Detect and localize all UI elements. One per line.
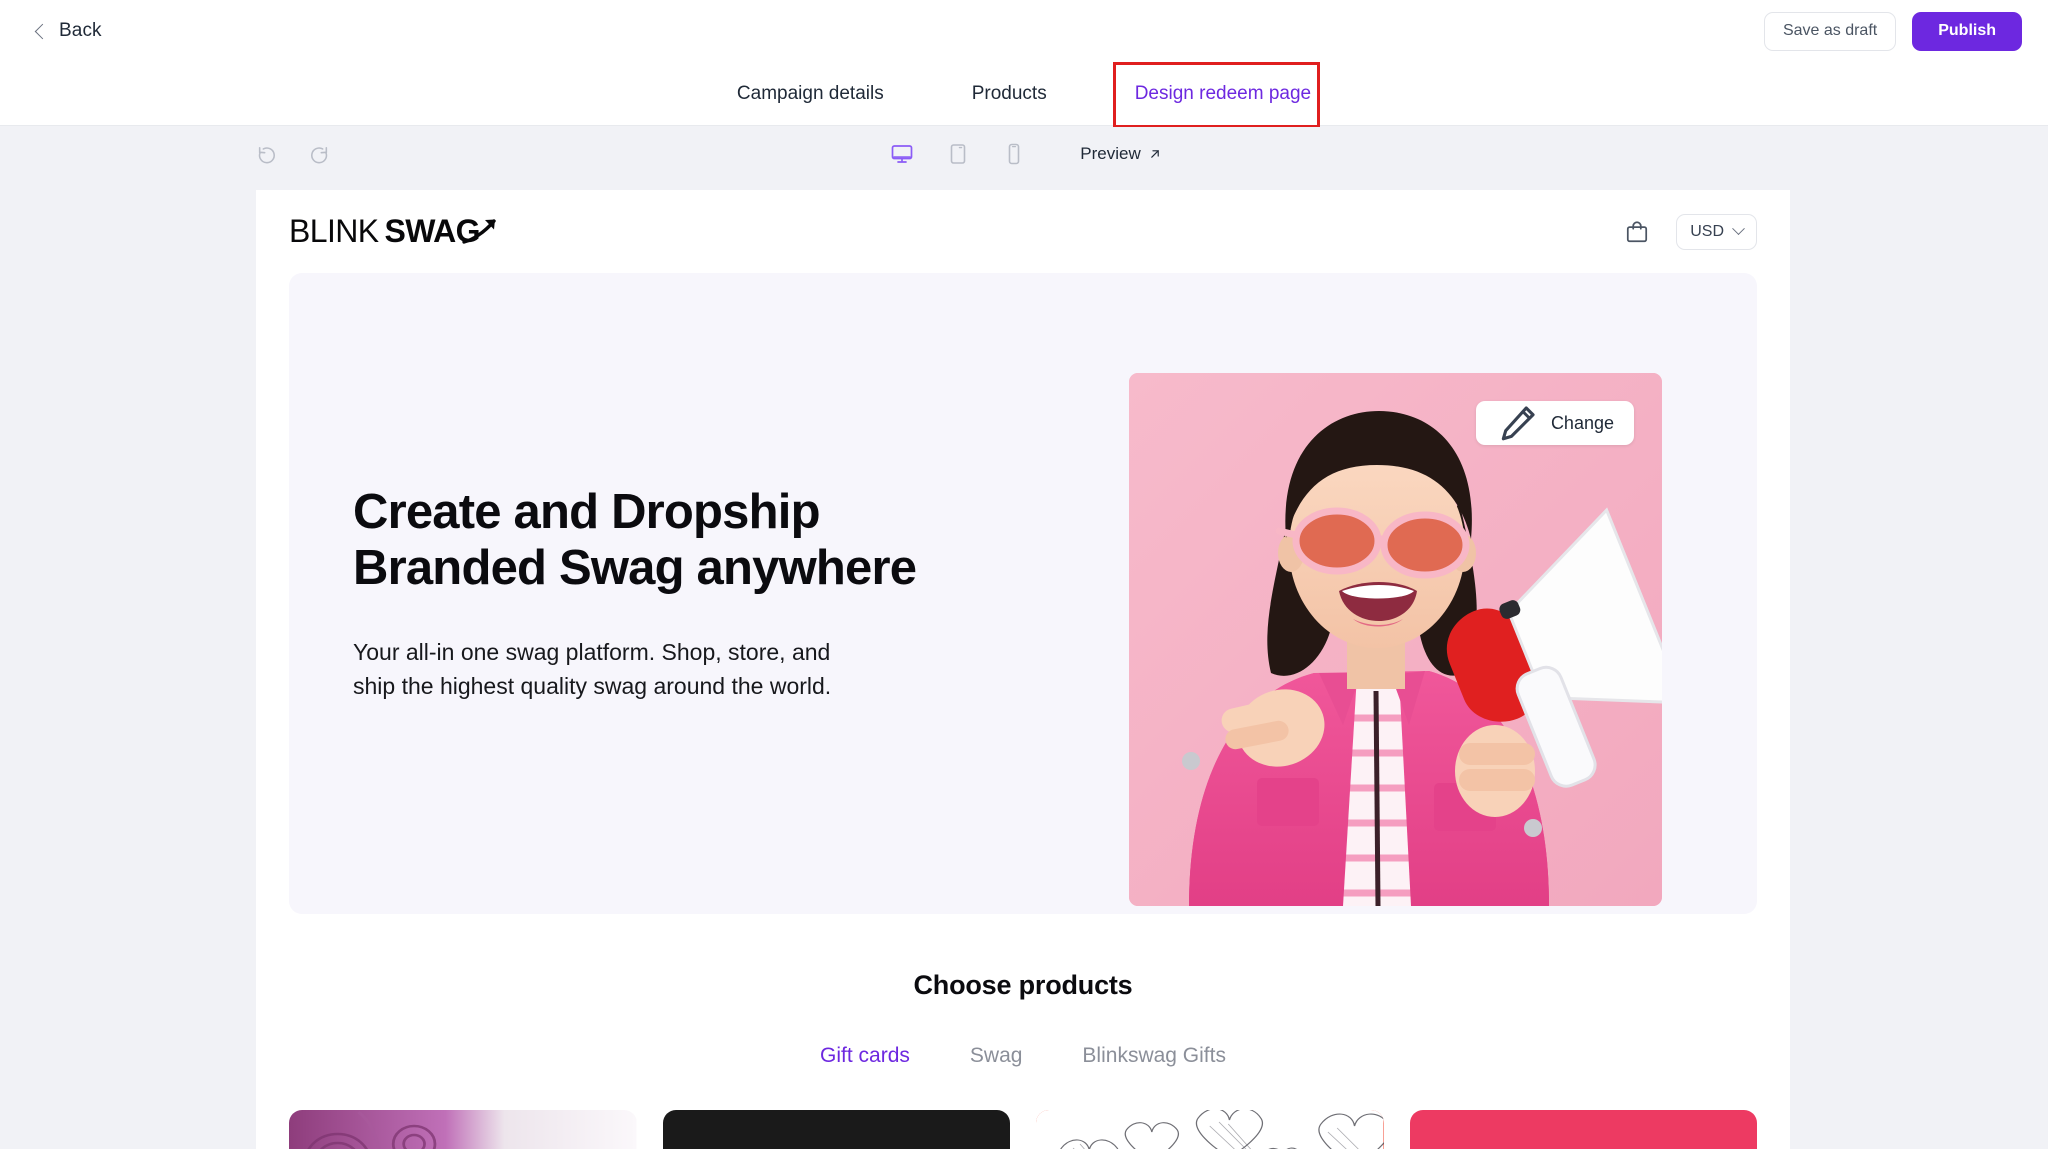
tablet-icon <box>950 144 966 164</box>
black-gift-card-image <box>662 1110 1010 1149</box>
chevron-down-icon <box>1732 222 1745 236</box>
pink-gift-card-image <box>1409 1110 1757 1149</box>
product-card-pink[interactable] <box>1409 1110 1757 1149</box>
hero-section: Create and Dropship Branded Swag anywher… <box>289 273 1757 914</box>
change-button-label: Change <box>1550 412 1614 433</box>
save-as-draft-button[interactable]: Save as draft <box>1763 11 1897 51</box>
product-card-black[interactable] <box>662 1110 1010 1149</box>
product-category-tabs: Gift cards Swag Blinkswag Gifts <box>256 1044 1790 1068</box>
shopping-bag-icon[interactable] <box>1624 219 1650 245</box>
blinkswag-logo: BLINK SWAG <box>289 213 500 250</box>
change-hero-image-button[interactable]: Change <box>1475 401 1634 445</box>
tab-campaign-details[interactable]: Campaign details <box>693 62 928 126</box>
desktop-view-button[interactable] <box>886 138 918 170</box>
publish-button[interactable]: Publish <box>1912 11 2022 51</box>
tab-products[interactable]: Products <box>928 62 1091 126</box>
wizard-tab-bar: Campaign details Products Design redeem … <box>0 62 2048 126</box>
product-card-rose[interactable] <box>289 1110 637 1149</box>
hero-image[interactable]: Change <box>1129 373 1662 906</box>
back-button-label: Back <box>59 20 102 41</box>
preview-label: Preview <box>1080 144 1141 163</box>
rose-gift-card-image <box>289 1110 637 1149</box>
section-title: Choose products <box>913 970 1133 1000</box>
chevron-left-icon <box>34 23 51 39</box>
store-header: BLINK SWAG USD <box>256 190 1790 273</box>
woman-with-megaphone-photo <box>1129 373 1662 906</box>
phone-icon <box>1008 143 1020 165</box>
tablet-view-button[interactable] <box>942 138 974 170</box>
preview-button[interactable]: Preview <box>1080 144 1161 164</box>
pencil-edit-icon <box>1501 406 1535 441</box>
top-app-bar: Back Save as draft Publish <box>0 0 2048 62</box>
currency-value: USD <box>1690 222 1724 240</box>
product-tab-blinkswag-gifts[interactable]: Blinkswag Gifts <box>1052 1044 1256 1068</box>
mobile-view-button[interactable] <box>998 138 1030 170</box>
editor-toolbar: Preview <box>0 127 2048 190</box>
hero-subtitle: Your all-in one swag platform. Shop, sto… <box>353 639 832 700</box>
device-preview-controls: Preview <box>0 138 2048 170</box>
monitor-icon <box>891 145 913 163</box>
sketch-gift-card-image <box>1036 1110 1384 1149</box>
swoosh-arrow-icon <box>462 218 496 244</box>
choose-products-section: Choose products Gift cards Swag Blinkswa… <box>256 970 1790 1149</box>
product-tab-gift-cards[interactable]: Gift cards <box>790 1044 940 1068</box>
hero-title: Create and Dropship Branded Swag anywher… <box>353 484 917 596</box>
external-link-arrow-icon <box>1150 150 1159 158</box>
store-header-actions: USD <box>1624 213 1757 250</box>
currency-selector[interactable]: USD <box>1676 213 1757 250</box>
top-bar-actions: Save as draft Publish <box>1763 11 2022 51</box>
redeem-page-canvas: BLINK SWAG USD Create and Dropship Brand… <box>256 190 1790 1149</box>
back-button[interactable]: Back <box>26 14 110 48</box>
product-card-sketch[interactable] <box>1036 1110 1384 1149</box>
product-card-grid <box>256 1110 1790 1149</box>
product-tab-swag[interactable]: Swag <box>940 1044 1053 1068</box>
tab-design-redeem-page[interactable]: Design redeem page <box>1091 62 1355 126</box>
logo-text-light: BLINK <box>289 213 379 249</box>
hero-copy: Create and Dropship Branded Swag anywher… <box>289 484 989 704</box>
